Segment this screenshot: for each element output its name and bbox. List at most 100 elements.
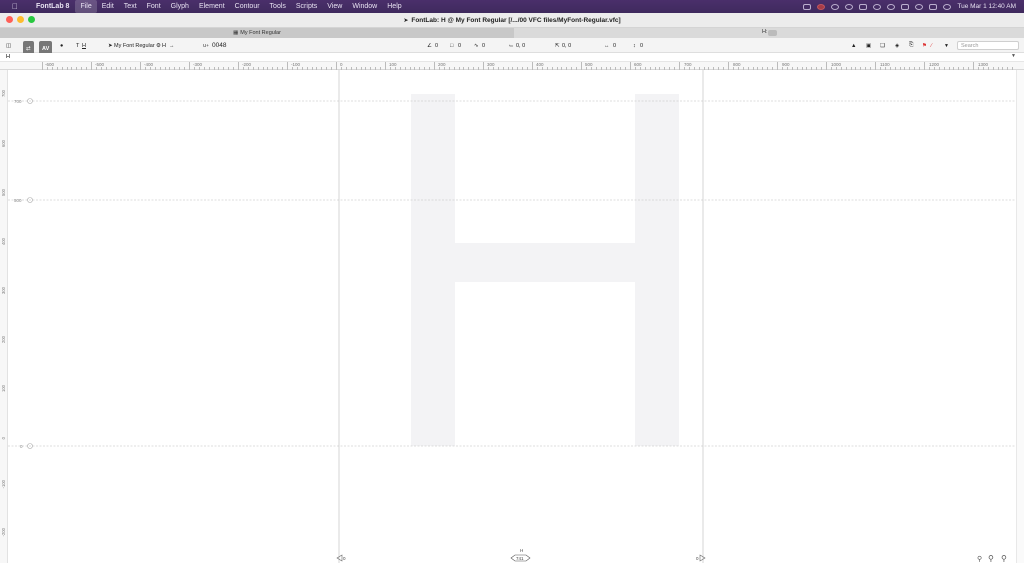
clock-text: Tue Mar 1 12:40 AM bbox=[957, 3, 1016, 10]
zoom-in-icon[interactable]: ⚲ bbox=[1001, 554, 1007, 563]
glyph-tab-label[interactable]: H: bbox=[762, 29, 768, 35]
apple-icon[interactable]:  bbox=[8, 2, 22, 11]
ruler-tick bbox=[189, 62, 190, 70]
menu-tools[interactable]: Tools bbox=[265, 0, 291, 13]
grid-icon: ▦ bbox=[233, 30, 239, 36]
ruler-tick bbox=[287, 62, 288, 70]
glyph-short[interactable]: H bbox=[162, 38, 166, 53]
menubar:  FontLab 8 File Edit Text Font Glyph El… bbox=[0, 0, 1024, 13]
display-icon[interactable] bbox=[859, 3, 868, 10]
toolbar: ◫ ⇄ AV ● T H ➤ My Font Regular ⚙ H → U+ … bbox=[0, 38, 1024, 56]
offset-icon: ⇱ bbox=[555, 42, 562, 49]
zoom-fit-icon[interactable]: ⚲ bbox=[988, 554, 994, 563]
menu-view[interactable]: View bbox=[322, 0, 347, 13]
zoom-out-icon[interactable]: ⚲ bbox=[977, 555, 982, 563]
metrics-icon[interactable]: ▲ bbox=[851, 38, 856, 53]
contours-value[interactable]: 0 bbox=[482, 38, 485, 53]
vertical-ruler[interactable]: 700 600 500 400 300 200 100 0 -100 -200 bbox=[0, 70, 8, 563]
tray-icon[interactable] bbox=[803, 3, 812, 10]
origin-value[interactable]: 0, 0 bbox=[516, 38, 525, 53]
menu-text[interactable]: Text bbox=[119, 0, 142, 13]
ruler-tick bbox=[630, 62, 631, 70]
tab-label: My Font Regular bbox=[240, 30, 281, 36]
control-center-icon[interactable] bbox=[929, 3, 938, 10]
glyph-crossbar[interactable] bbox=[455, 243, 635, 282]
ruler-label: 0 bbox=[1, 437, 6, 440]
color-dropdown-icon[interactable]: ▼ bbox=[944, 38, 949, 53]
glyph-left-stem[interactable] bbox=[411, 94, 455, 446]
color-slash-icon[interactable]: ∕ bbox=[931, 38, 932, 53]
menu-edit[interactable]: Edit bbox=[97, 0, 119, 13]
menu-font[interactable]: Font bbox=[142, 0, 166, 13]
siri-icon[interactable] bbox=[943, 3, 952, 10]
height-value[interactable]: 0 bbox=[640, 38, 643, 53]
menu-file[interactable]: File bbox=[75, 0, 97, 13]
text-bar[interactable]: H ▼ bbox=[0, 53, 1024, 62]
horizontal-ruler[interactable]: -600 -500 -400 -300 -200 -100 0 100 200 … bbox=[0, 62, 1024, 70]
palette-icon[interactable]: ◈ bbox=[895, 38, 899, 53]
baseline-label: 0 bbox=[20, 444, 23, 449]
menu-scripts[interactable]: Scripts bbox=[291, 0, 322, 13]
wifi-icon[interactable] bbox=[873, 3, 882, 10]
copy-icon[interactable]: ❏ bbox=[880, 38, 885, 53]
tab-font[interactable]: ▦ My Font Regular bbox=[0, 28, 514, 38]
clock-icon[interactable] bbox=[845, 3, 854, 10]
menu-contour[interactable]: Contour bbox=[230, 0, 265, 13]
sync-icon[interactable] bbox=[831, 3, 840, 10]
glyph-right-stem[interactable] bbox=[635, 94, 679, 446]
close-button[interactable] bbox=[6, 16, 13, 23]
width-value[interactable]: 0 bbox=[613, 38, 616, 53]
glyph-canvas[interactable]: 700 500 0 0 0 H 741 ⚲ ⚲ ⚲ bbox=[8, 70, 1016, 563]
layers-icon[interactable]: ▣ bbox=[866, 38, 871, 53]
sidebar-toggle-icon[interactable]: ◫ bbox=[6, 38, 11, 53]
lock-icon[interactable]: ● bbox=[60, 38, 63, 53]
menu-window[interactable]: Window bbox=[347, 0, 382, 13]
ruler-label: 600 bbox=[1, 140, 6, 147]
nodes-value[interactable]: 0 bbox=[458, 38, 461, 53]
ruler-label: 200 bbox=[1, 336, 6, 343]
battery-icon[interactable] bbox=[901, 3, 910, 10]
xheight-label: 500 bbox=[14, 198, 22, 203]
ruler-tick bbox=[777, 62, 778, 70]
ruler-label: 300 bbox=[1, 287, 6, 294]
angle-icon: ∠ bbox=[427, 42, 434, 49]
glyph-label[interactable]: H bbox=[82, 38, 86, 53]
origin-icon: ⌙ bbox=[509, 42, 516, 49]
ruler-tick bbox=[238, 62, 239, 70]
font-name[interactable]: My Font Regular bbox=[114, 38, 155, 53]
flag-icon[interactable]: ⚑ bbox=[922, 38, 927, 53]
menu-glyph[interactable]: Glyph bbox=[166, 0, 194, 13]
right-sidebearing-handle[interactable] bbox=[699, 554, 706, 562]
ruler-label: -200 bbox=[1, 528, 6, 537]
chevron-down-icon[interactable]: ▼ bbox=[1011, 53, 1016, 59]
ruler-label: 400 bbox=[1, 238, 6, 245]
link-icon[interactable]: → bbox=[169, 38, 175, 53]
search-icon[interactable] bbox=[915, 3, 924, 10]
search-input[interactable]: Search bbox=[957, 41, 1019, 50]
glyph-lower-counter bbox=[455, 282, 635, 446]
ruler-label: 700 bbox=[1, 90, 6, 97]
offset-value[interactable]: 0, 0 bbox=[562, 38, 571, 53]
ruler-tick bbox=[140, 62, 141, 70]
moon-icon[interactable] bbox=[887, 3, 896, 10]
ruler-tick bbox=[973, 62, 974, 70]
text-icon[interactable]: T bbox=[76, 38, 81, 53]
unicode-field[interactable]: 0048 bbox=[212, 38, 226, 53]
left-sidebearing-handle[interactable] bbox=[336, 554, 343, 562]
angle-value[interactable]: 0 bbox=[435, 38, 438, 53]
window-title: FontLab: H @ My Font Regular [/.../00 VF… bbox=[411, 16, 621, 24]
glyph-tab-toggle[interactable] bbox=[768, 30, 777, 36]
glyph-upper-counter bbox=[455, 94, 635, 243]
minimize-button[interactable] bbox=[17, 16, 24, 23]
app-name[interactable]: FontLab 8 bbox=[36, 3, 69, 10]
export-icon[interactable]: ⎘ bbox=[909, 38, 913, 53]
status-tray: Tue Mar 1 12:40 AM bbox=[803, 0, 1016, 13]
text-bar-value[interactable]: H bbox=[6, 54, 10, 60]
vertical-scrollbar[interactable] bbox=[1016, 70, 1024, 563]
record-icon[interactable] bbox=[817, 3, 826, 10]
menu-element[interactable]: Element bbox=[194, 0, 230, 13]
ascender-label: 700 bbox=[14, 99, 22, 104]
menu-help[interactable]: Help bbox=[382, 0, 406, 13]
zoom-button[interactable] bbox=[28, 16, 35, 23]
glyph-svg[interactable]: 700 500 0 0 0 H 741 ⚲ ⚲ ⚲ bbox=[8, 70, 1016, 563]
